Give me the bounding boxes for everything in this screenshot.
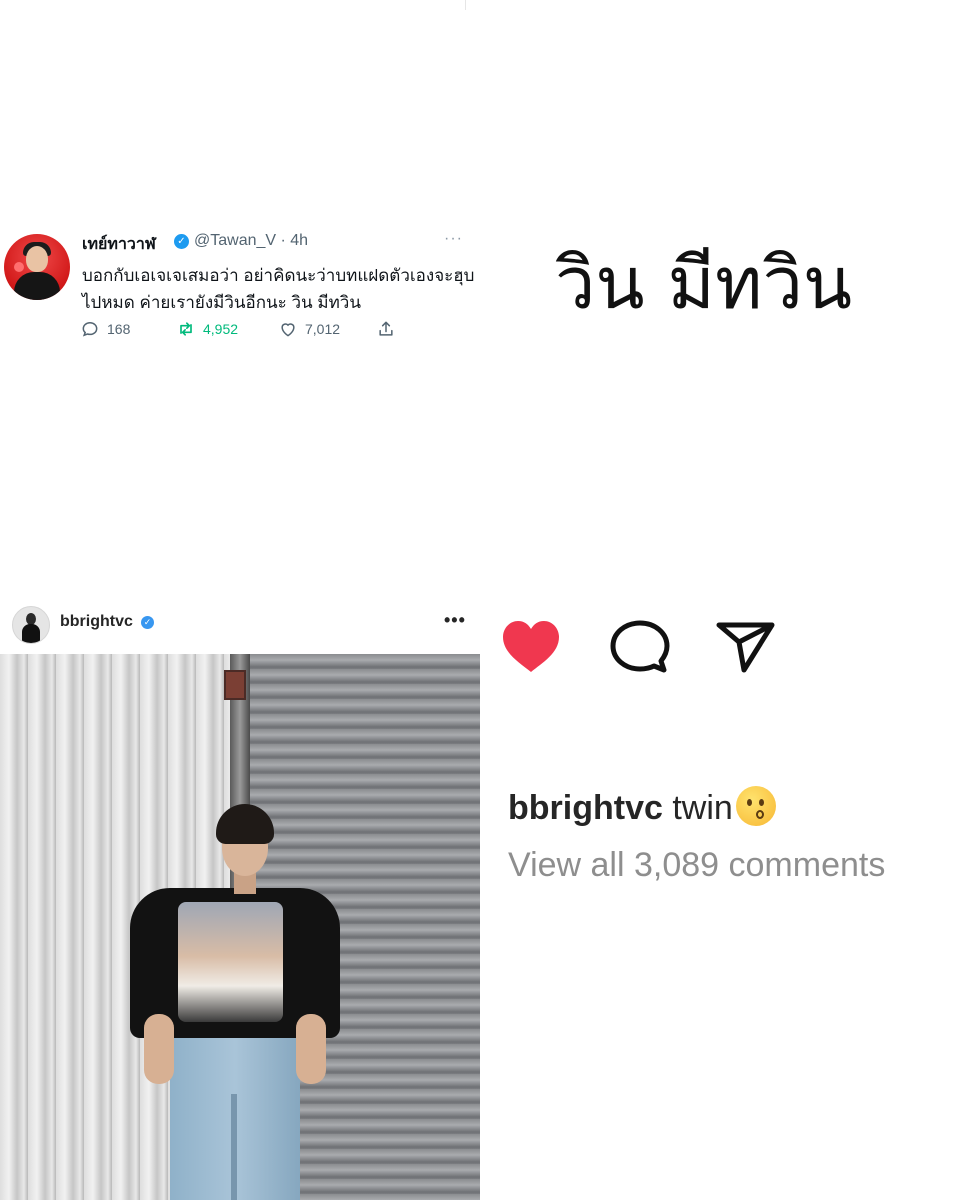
share-icon[interactable]: [714, 618, 776, 676]
retweet-count: 4,952: [203, 321, 239, 337]
verified-icon: ✓: [141, 616, 154, 629]
tweet-text: บอกกับเอเจเจเสมอว่า อย่าคิดนะว่าบทแฝดตัว…: [82, 266, 475, 312]
view-all-comments-link[interactable]: View all 3,089 comments: [508, 846, 885, 885]
instagram-post-image[interactable]: [0, 654, 480, 1200]
caption-username[interactable]: bbrightvc: [508, 789, 663, 827]
tweet-handle-time[interactable]: @Tawan_V · 4h: [194, 232, 308, 250]
like-count: 7,012: [305, 321, 341, 337]
tweet-actions: 168 4,952 7,012: [80, 318, 420, 340]
upload-icon: [379, 321, 393, 336]
divider: [465, 0, 466, 10]
instagram-username[interactable]: bbrightvc: [60, 613, 133, 631]
verified-icon: ✓: [174, 234, 189, 249]
instagram-post-header: bbrightvc ✓ •••: [0, 600, 480, 646]
like-button[interactable]: 7,012: [278, 318, 340, 340]
caption-text: twin: [672, 789, 733, 827]
headline-text: วิน มีทวิน: [555, 241, 853, 325]
kissing-face-emoji-icon: [735, 786, 776, 826]
tweet-author-name[interactable]: เทย์ทาวาฬ: [82, 232, 156, 257]
retweet-button[interactable]: 4,952: [176, 318, 238, 340]
caption: bbrightvc twin: [508, 786, 776, 828]
more-options-icon[interactable]: •••: [444, 610, 466, 631]
instagram-actions: [500, 618, 800, 678]
reply-icon: [82, 321, 98, 337]
like-icon: [281, 323, 295, 337]
share-button[interactable]: [376, 318, 396, 340]
instagram-avatar[interactable]: [12, 606, 50, 644]
more-options-icon[interactable]: ···: [444, 230, 463, 248]
tweet-avatar[interactable]: [4, 234, 70, 300]
tweet-card[interactable]: เทย์ทาวาฬ ✓ @Tawan_V · 4h ··· บอกกับเอเจ…: [0, 220, 480, 350]
reply-button[interactable]: 168: [80, 318, 130, 340]
comment-icon[interactable]: [608, 618, 670, 676]
reply-count: 168: [107, 321, 131, 337]
person-figure: [130, 804, 340, 1200]
heart-icon[interactable]: [500, 618, 562, 676]
retweet-icon: [180, 322, 192, 336]
